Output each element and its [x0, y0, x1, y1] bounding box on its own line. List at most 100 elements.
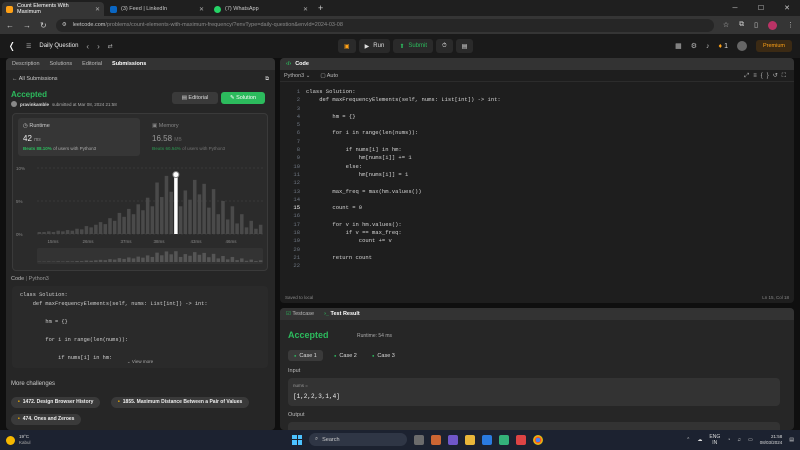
bar[interactable]: [150, 206, 155, 234]
bar[interactable]: [160, 197, 164, 234]
bar[interactable]: [207, 207, 211, 234]
tab-editorial[interactable]: Editorial: [82, 61, 102, 67]
bar[interactable]: [258, 224, 263, 234]
browser-menu-icon[interactable]: ⋮: [787, 21, 794, 29]
submitter-name[interactable]: pravinkamble: [20, 102, 49, 107]
editorial-button[interactable]: ▤ Editorial: [172, 92, 218, 104]
app-icon[interactable]: [448, 434, 458, 445]
bar[interactable]: [225, 219, 230, 234]
language-select[interactable]: Python3 ⌄: [284, 73, 310, 79]
code-lines[interactable]: 1 class Solution: 2 def maxFrequencyElemen…: [280, 88, 794, 271]
bar[interactable]: [84, 226, 89, 234]
premium-button[interactable]: Premium: [755, 40, 792, 52]
code-line[interactable]: 7: [280, 138, 794, 146]
bar[interactable]: [192, 179, 197, 234]
chrome-icon[interactable]: [533, 434, 543, 445]
bar[interactable]: [131, 214, 136, 234]
notification-bell-icon[interactable]: ♪: [706, 43, 710, 50]
bar[interactable]: [56, 230, 60, 234]
app-icon[interactable]: [465, 434, 475, 445]
wifi-icon[interactable]: ◔: [727, 437, 730, 443]
close-tab-icon[interactable]: ✕: [95, 6, 100, 13]
bar[interactable]: [37, 232, 42, 234]
fullscreen-icon[interactable]: ⛶: [782, 73, 790, 79]
case-tab-3[interactable]: ● Case 3: [366, 350, 401, 361]
bar[interactable]: [169, 191, 173, 234]
cloud-icon[interactable]: ☁: [697, 437, 702, 443]
bar[interactable]: [188, 199, 192, 234]
reload-icon[interactable]: ↻: [40, 21, 47, 30]
leetcode-logo-icon[interactable]: ❬: [8, 41, 18, 51]
windows-start-icon[interactable]: [292, 434, 302, 445]
bar[interactable]: [164, 175, 169, 234]
bar[interactable]: [127, 208, 131, 234]
layout-grid-icon[interactable]: ▦: [675, 42, 682, 50]
code-line[interactable]: 5: [280, 121, 794, 129]
close-tab-icon[interactable]: ✕: [199, 6, 204, 13]
code-line[interactable]: 3: [280, 105, 794, 113]
bar[interactable]: [112, 220, 117, 234]
bar[interactable]: [75, 228, 79, 234]
code-line[interactable]: 11 hm[nums[i]] = 1: [280, 171, 794, 179]
run-button[interactable]: ▶ Run: [358, 39, 391, 53]
debug-button[interactable]: ▣: [338, 39, 356, 53]
volume-icon[interactable]: ♫: [737, 437, 741, 443]
tab-testcase[interactable]: ☑ Testcase: [286, 311, 314, 317]
taskbar-search[interactable]: ⌕ Search: [309, 433, 407, 446]
memory-card[interactable]: ▣ Memory 16.58 MB Beats 60.54% of users …: [147, 118, 262, 156]
bar[interactable]: [79, 229, 84, 234]
code-line[interactable]: 2 def maxFrequencyElements(self, nums: L…: [280, 96, 794, 104]
code-line[interactable]: 10 else:: [280, 163, 794, 171]
app-icon[interactable]: [499, 434, 509, 445]
code-line[interactable]: 1 class Solution:: [280, 88, 794, 96]
bar[interactable]: [145, 197, 150, 234]
close-window-icon[interactable]: ✕: [774, 4, 800, 12]
bar[interactable]: [221, 201, 225, 234]
bar[interactable]: [211, 189, 216, 234]
battery-icon[interactable]: ▭: [748, 437, 753, 443]
user-avatar[interactable]: [736, 41, 747, 51]
tab-test-result[interactable]: ›_ Test Result: [324, 311, 360, 317]
runtime-distribution-chart[interactable]: 10% 5% 0% 15ms 26ms 37ms 38ms 43ms 46ms: [13, 162, 269, 270]
browser-tab-linkedin[interactable]: (3) Feed | LinkedIn ✕: [106, 2, 208, 16]
all-submissions-link[interactable]: ← All Submissions: [12, 76, 58, 83]
app-icon[interactable]: [431, 434, 441, 445]
clock[interactable]: 21:58 08/03/2024: [760, 434, 783, 446]
shuffle-icon[interactable]: ⇄: [108, 43, 113, 50]
bar[interactable]: [122, 216, 126, 234]
problem-list-icon[interactable]: ☰: [26, 43, 31, 50]
bar[interactable]: [117, 212, 122, 234]
streak-fire[interactable]: ♦ 1: [719, 43, 728, 50]
bar[interactable]: [249, 220, 253, 234]
auto-toggle[interactable]: ▢ Auto: [320, 73, 338, 79]
url-bar[interactable]: ⚙ leetcode.com/problems/count-elements-w…: [55, 18, 714, 32]
bar[interactable]: [178, 206, 183, 234]
close-tab-icon[interactable]: ✕: [303, 6, 308, 13]
new-tab-button[interactable]: +: [318, 2, 323, 16]
bar[interactable]: [155, 182, 159, 234]
bar[interactable]: [183, 190, 188, 234]
timer-button[interactable]: ⏱: [436, 39, 453, 53]
bar[interactable]: [136, 204, 140, 234]
tab-description[interactable]: Description: [12, 61, 40, 67]
challenge-chip[interactable]: • 1855. Maximum Distance Between a Pair o…: [111, 397, 250, 408]
solution-button[interactable]: ✎ Solution: [221, 92, 265, 104]
weather-widget[interactable]: 19°C Kabul: [6, 434, 31, 446]
bar[interactable]: [108, 218, 112, 234]
bookmark-star-icon[interactable]: ☆: [723, 21, 729, 29]
bar[interactable]: [42, 232, 46, 234]
notes-button[interactable]: ▤: [455, 39, 474, 53]
maximize-icon[interactable]: ☐: [748, 4, 774, 12]
code-line[interactable]: 14: [280, 196, 794, 204]
runtime-card[interactable]: ◷ Runtime 42 ms Beats 88.10% of users wi…: [18, 118, 140, 156]
back-icon[interactable]: ←: [6, 21, 14, 30]
code-line[interactable]: 12: [280, 179, 794, 187]
code-line[interactable]: 21 return count: [280, 254, 794, 262]
bar[interactable]: [98, 222, 103, 234]
bar[interactable]: [89, 227, 93, 234]
bar[interactable]: [141, 210, 145, 234]
code-line[interactable]: 22: [280, 262, 794, 270]
bar[interactable]: [244, 227, 249, 234]
code-line[interactable]: 18 if v == max_freq:: [280, 229, 794, 237]
site-info-icon[interactable]: ⚙: [62, 22, 67, 28]
